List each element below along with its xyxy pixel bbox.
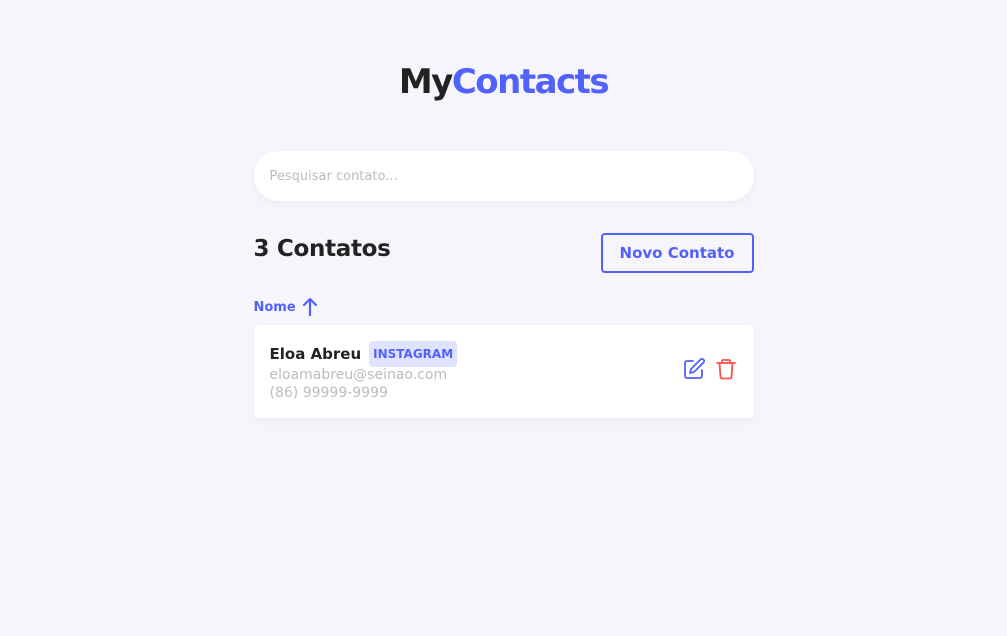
logo-part-contacts: Contacts bbox=[451, 62, 610, 102]
contacts-count-title: 3 Contatos bbox=[253, 236, 391, 262]
contact-name: Eloa Abreu bbox=[269, 345, 362, 363]
edit-icon bbox=[683, 358, 705, 379]
new-contact-button[interactable]: Novo Contato bbox=[600, 233, 754, 273]
contact-actions bbox=[682, 357, 738, 381]
arrow-up-icon bbox=[302, 297, 317, 317]
contact-email: eloamabreu@seinao.com bbox=[269, 367, 448, 383]
app-logo: MyContacts bbox=[254, 62, 754, 102]
contact-category-badge: INSTAGRAM bbox=[369, 341, 458, 367]
search-input[interactable] bbox=[253, 151, 754, 201]
trash-icon bbox=[715, 359, 736, 380]
contact-phone: (86) 99999-9999 bbox=[269, 385, 388, 401]
edit-contact-button[interactable] bbox=[682, 357, 706, 381]
contact-name-row: Eloa Abreu INSTAGRAM bbox=[269, 341, 738, 367]
delete-contact-button[interactable] bbox=[714, 357, 738, 381]
contact-card: Eloa Abreu INSTAGRAM eloamabreu@seinao.c… bbox=[253, 325, 754, 418]
list-header: 3 Contatos Novo Contato bbox=[254, 233, 754, 273]
sort-label: Nome bbox=[253, 299, 296, 315]
sort-by-name-button[interactable]: Nome bbox=[254, 297, 318, 317]
logo-part-my: My bbox=[398, 62, 454, 102]
